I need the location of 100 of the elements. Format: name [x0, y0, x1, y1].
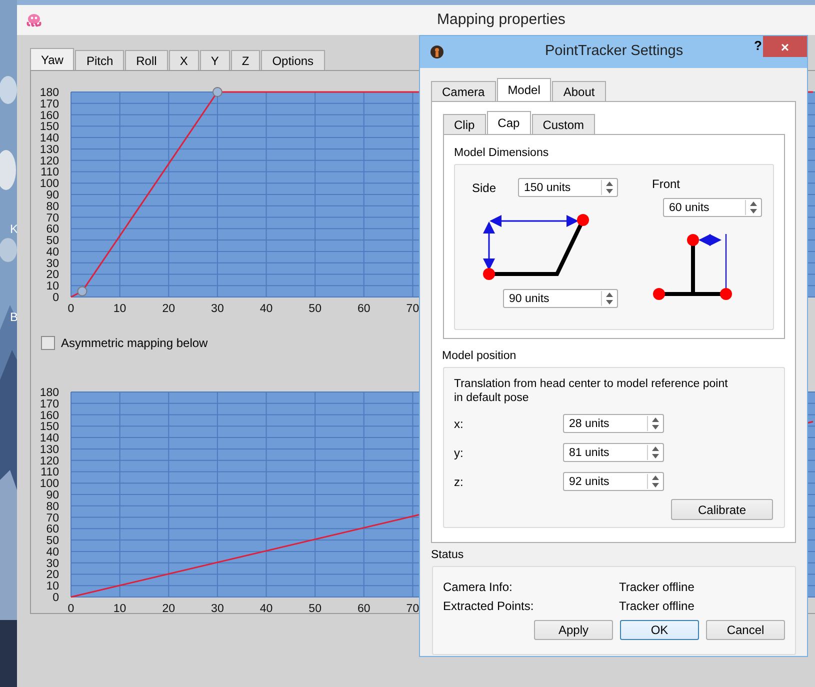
side-label: Side	[472, 180, 498, 194]
y-tick-label: 120	[40, 455, 59, 468]
y-tick-label: 70	[46, 212, 59, 224]
y-tick-label: 0	[52, 292, 59, 304]
y-tick-label: 0	[52, 592, 59, 604]
y-tick-label: 130	[40, 444, 59, 456]
status-label: Extracted Points:	[443, 598, 535, 612]
y-tick-label: 60	[46, 224, 59, 236]
y-tick-label: 110	[40, 466, 59, 479]
x-tick-label: 30	[211, 303, 224, 315]
settings-tab[interactable]: Camera	[431, 81, 496, 101]
coordinate-label: y:	[454, 446, 464, 460]
help-button[interactable]: ?	[754, 38, 762, 53]
x-tick-label: 20	[162, 603, 176, 615]
y-tick-label: 90	[46, 490, 59, 502]
close-button[interactable]: ×	[763, 36, 807, 57]
x-tick-label: 60	[358, 603, 370, 615]
dialog-button[interactable]: Cancel	[706, 620, 785, 640]
axis-tab[interactable]: Options	[261, 50, 325, 70]
x-tick-label: 70	[406, 603, 420, 615]
sub-tab[interactable]: Clip	[443, 114, 486, 134]
status-value: Tracker offline	[619, 580, 694, 594]
calibrate-button[interactable]: Calibrate	[671, 499, 773, 520]
y-tick-label: 40	[46, 546, 59, 558]
y-tick-label: 90	[46, 190, 59, 202]
y-tick-label: 20	[46, 569, 59, 582]
desktop-icon-label[interactable]: B	[10, 310, 18, 324]
y-tick-label: 20	[46, 269, 59, 282]
y-tick-label: 170	[40, 98, 59, 110]
x-tick-label: 20	[162, 303, 176, 315]
y-tick-label: 10	[46, 280, 59, 293]
y-tick-label: 80	[46, 200, 59, 213]
settings-tab[interactable]: Model	[496, 78, 552, 101]
octopus-icon	[26, 13, 42, 27]
y-tick-label: 30	[46, 258, 59, 270]
y-tick-label: 100	[40, 478, 59, 490]
y-tick-label: 140	[40, 432, 59, 445]
x-tick-label: 50	[308, 303, 322, 315]
y-tick-label: 180	[40, 87, 59, 99]
window-title: Mapping properties	[437, 11, 566, 28]
checkbox-label: Asymmetric mapping below	[61, 336, 208, 350]
coordinate-label: z:	[454, 474, 464, 488]
y-tick-label: 40	[46, 246, 59, 258]
y-tick-label: 80	[46, 500, 59, 513]
y-tick-label: 50	[46, 235, 59, 248]
description-text: Translation from head center to model reference point in default pose	[454, 377, 729, 405]
sub-tab[interactable]: Custom	[532, 114, 596, 134]
y-tick-label: 180	[40, 387, 59, 399]
y-tick-label: 10	[46, 580, 59, 593]
section-label: Model position	[442, 349, 518, 364]
y-tick-label: 110	[40, 166, 59, 179]
section-label: Status	[431, 548, 465, 563]
x-tick-label: 0	[68, 303, 74, 315]
x-tick-label: 40	[260, 603, 273, 615]
x-tick-label: 30	[211, 603, 224, 615]
axis-tab[interactable]: Yaw	[30, 48, 74, 70]
status-label: Camera Info:	[443, 580, 514, 594]
y-tick-label: 130	[40, 144, 59, 156]
axis-tab[interactable]: X	[168, 50, 199, 70]
y-tick-label: 160	[40, 410, 59, 422]
y-tick-label: 60	[46, 524, 59, 536]
axis-tab[interactable]: Roll	[125, 50, 168, 70]
units-spinbox[interactable]: 28 units	[563, 414, 664, 433]
x-tick-label: 50	[308, 603, 322, 615]
units-spinbox[interactable]: 92 units	[563, 472, 664, 491]
front-label: Front	[652, 177, 682, 191]
y-tick-label: 140	[40, 132, 59, 145]
axis-tab[interactable]: Z	[230, 50, 260, 70]
units-spinbox[interactable]: 150 units	[518, 178, 618, 197]
y-tick-label: 50	[46, 535, 59, 548]
y-tick-label: 150	[40, 121, 59, 134]
checkbox[interactable]	[41, 336, 55, 350]
x-tick-label: 10	[113, 303, 126, 315]
dialog-button[interactable]: Apply	[534, 620, 613, 640]
figure-icon	[430, 45, 444, 59]
control-point-handle[interactable]	[212, 87, 222, 97]
dialog-button[interactable]: OK	[620, 620, 699, 640]
y-tick-label: 120	[40, 155, 59, 168]
y-tick-label: 100	[40, 178, 59, 190]
settings-tab[interactable]: About	[552, 81, 606, 101]
y-tick-label: 150	[40, 421, 59, 434]
axis-tab[interactable]: Y	[200, 50, 230, 70]
x-tick-label: 0	[68, 603, 74, 615]
y-tick-label: 160	[40, 110, 59, 122]
section-label: Model Dimensions	[454, 146, 550, 161]
axis-tab[interactable]: Pitch	[75, 50, 124, 70]
coordinate-label: x:	[454, 416, 464, 430]
units-spinbox[interactable]: 81 units	[563, 443, 664, 462]
sub-tab[interactable]: Cap	[486, 111, 531, 134]
x-tick-label: 10	[113, 603, 126, 615]
y-tick-label: 170	[40, 398, 59, 410]
x-tick-label: 60	[358, 303, 370, 315]
units-spinbox[interactable]: 90 units	[503, 289, 618, 308]
x-tick-label: 40	[260, 303, 273, 315]
dialog-title: PointTracker Settings	[545, 43, 684, 59]
y-tick-label: 30	[46, 558, 59, 570]
status-value: Tracker offline	[619, 598, 694, 612]
units-spinbox[interactable]: 60 units	[663, 198, 762, 217]
x-tick-label: 70	[406, 303, 420, 315]
control-point-handle[interactable]	[77, 286, 88, 296]
